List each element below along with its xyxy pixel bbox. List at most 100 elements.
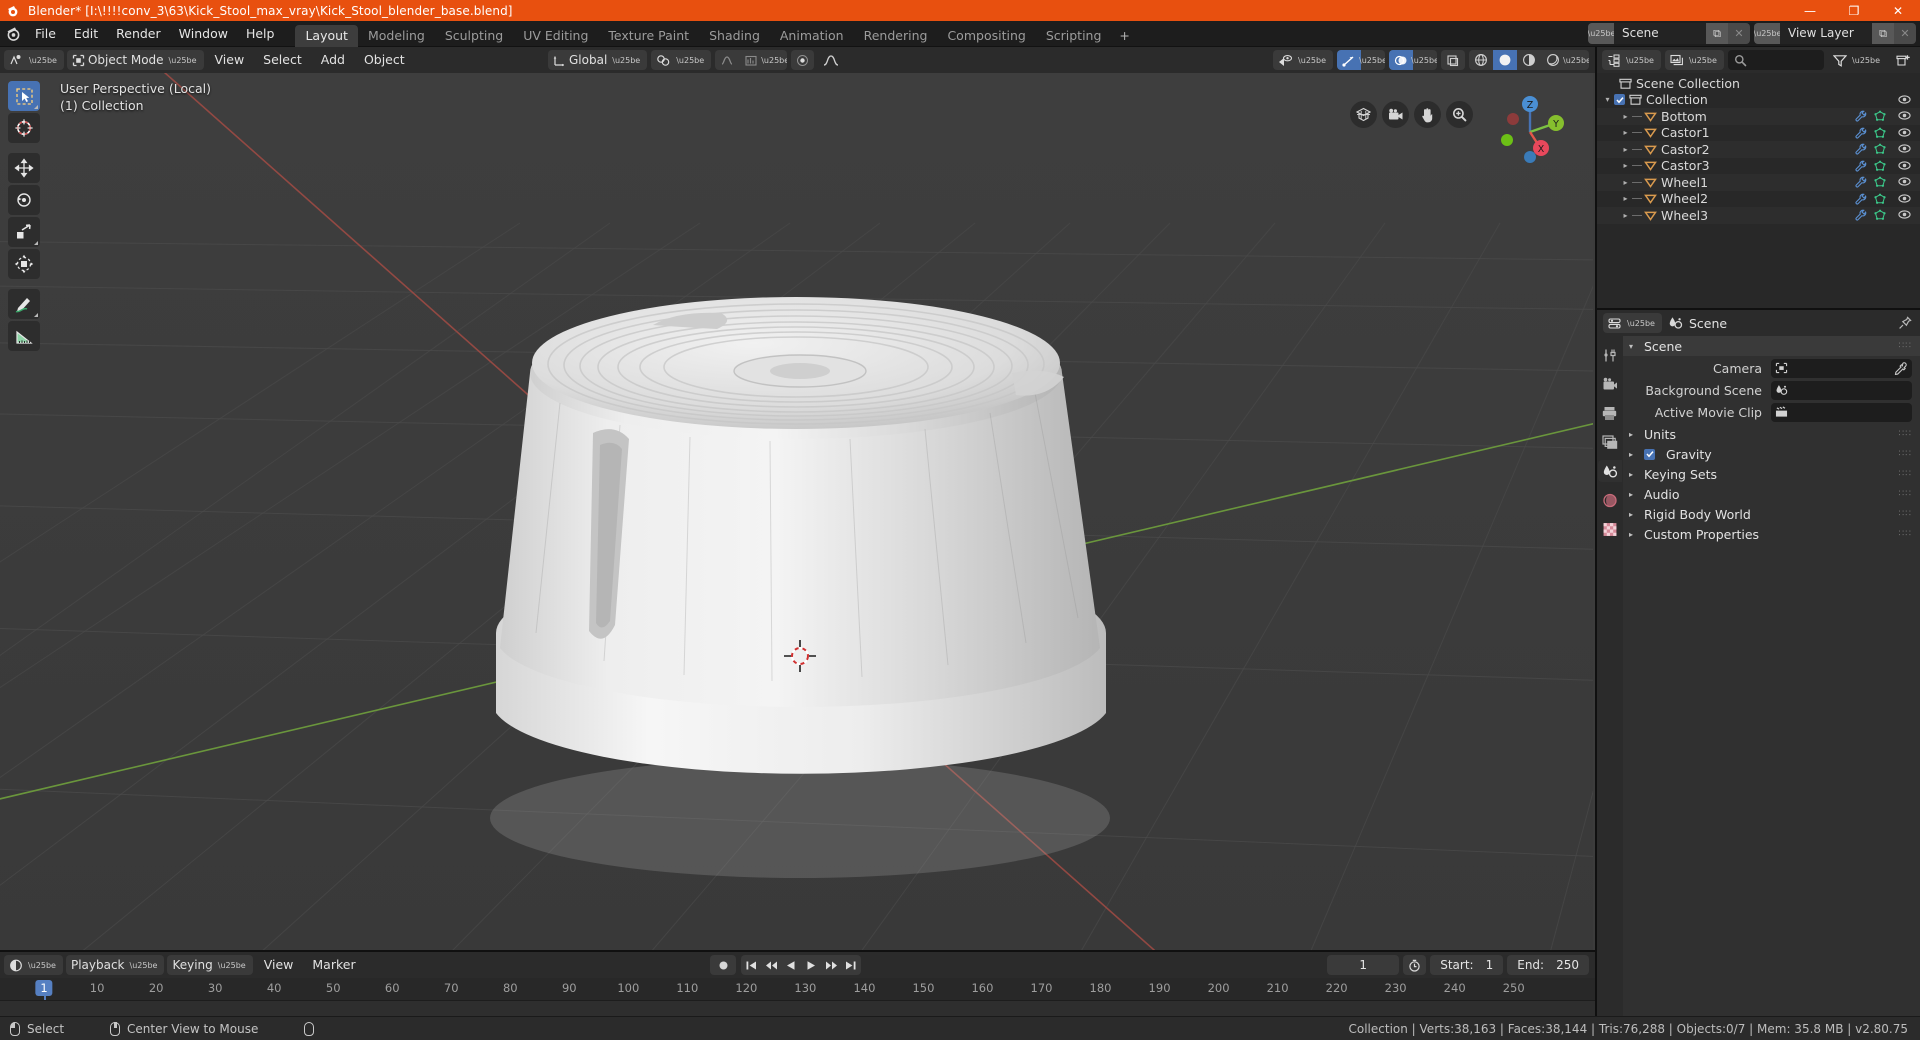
tab-animation[interactable]: Animation [770,25,854,47]
panel-disclosure-icon[interactable]: ▸ [1629,490,1638,499]
playback-menu[interactable]: Playback \u25be [65,955,165,975]
modifier-icon[interactable] [1855,127,1867,139]
start-frame-field[interactable]: Start: 1 [1430,955,1504,975]
remove-view-layer-button[interactable]: ✕ [1894,23,1916,44]
properties-tab-world[interactable] [1598,489,1622,511]
viewport-menu-add[interactable]: Add [313,50,353,70]
jump-to-start-button[interactable] [741,955,761,975]
outliner-row-object[interactable]: ▸ Castor3 [1597,158,1920,175]
modifier-icon[interactable] [1855,110,1867,122]
play-button[interactable] [801,955,821,975]
tab-layout[interactable]: Layout [295,24,358,47]
tab-uv-editing[interactable]: UV Editing [513,25,598,47]
mesh-data-icon[interactable] [1874,110,1886,122]
visibility-toggle-icon[interactable] [1898,159,1911,172]
end-frame-field[interactable]: End: 250 [1507,955,1589,975]
outliner-row-object[interactable]: ▸ Bottom [1597,108,1920,125]
outliner-row-object[interactable]: ▸ Wheel2 [1597,191,1920,208]
view-layer-selector[interactable]: \u25be View Layer ⧉ ✕ [1754,23,1916,44]
timeline-menu-marker[interactable]: Marker [304,955,363,975]
menu-edit[interactable]: Edit [65,24,107,44]
move-tool[interactable] [8,153,40,183]
navigation-gizmo[interactable]: Z Y X [1489,91,1571,173]
keying-menu[interactable]: Keying \u25be [167,955,253,975]
zoom-view-icon[interactable] [1446,101,1473,128]
mesh-data-icon[interactable] [1874,176,1886,188]
panel-drag-handle[interactable]: ∷∷ [1899,429,1912,439]
timeline-playhead-label[interactable]: 1 [35,980,53,996]
menu-window[interactable]: Window [170,24,237,44]
tab-rendering[interactable]: Rendering [854,25,938,47]
panel-drag-handle[interactable]: ∷∷ [1899,341,1912,351]
property-value-field[interactable] [1771,358,1912,378]
viewport-menu-object[interactable]: Object [356,50,413,70]
properties-tab-render[interactable] [1598,373,1622,395]
timeline-menu-view[interactable]: View [256,955,302,975]
previous-keyframe-button[interactable] [761,955,781,975]
properties-editor-type-selector[interactable]: \u25be [1603,313,1662,333]
use-preview-range-icon[interactable] [1403,955,1427,975]
visibility-toggle-icon[interactable] [1898,93,1911,106]
minimize-button[interactable]: — [1788,0,1832,21]
properties-tab-scene[interactable] [1598,460,1622,482]
current-frame-field[interactable]: 1 [1327,955,1400,975]
expand-object-icon[interactable]: ▸ [1619,194,1632,203]
panel-disclosure-icon[interactable]: ▸ [1629,450,1638,459]
mesh-data-icon[interactable] [1874,209,1886,221]
properties-panel-header-0[interactable]: ▾ Scene ∷∷ [1623,336,1920,356]
properties-tab-view-layer[interactable] [1598,431,1622,453]
tab-scripting[interactable]: Scripting [1036,25,1112,47]
outliner-search-input[interactable] [1727,50,1825,70]
panel-disclosure-icon[interactable]: ▾ [1629,342,1638,351]
menu-help[interactable]: Help [237,24,284,44]
visibility-toggle-icon[interactable] [1898,109,1911,122]
panel-drag-handle[interactable]: ∷∷ [1899,469,1912,479]
panel-disclosure-icon[interactable]: ▸ [1629,430,1638,439]
properties-panel-header-1[interactable]: ▸ Units ∷∷ [1623,424,1920,444]
panel-drag-handle[interactable]: ∷∷ [1899,449,1912,459]
mesh-data-icon[interactable] [1874,127,1886,139]
tab-sculpting[interactable]: Sculpting [435,25,513,47]
outliner-row-object[interactable]: ▸ Wheel3 [1597,207,1920,224]
modifier-icon[interactable] [1855,193,1867,205]
eyedropper-icon[interactable] [1894,361,1907,375]
proportional-editing-toggle[interactable] [715,50,739,70]
pan-view-icon[interactable] [1414,101,1441,128]
measure-tool[interactable] [8,321,40,351]
collection-checkbox[interactable] [1614,94,1625,106]
camera-view-icon[interactable] [1382,101,1409,128]
expand-object-icon[interactable]: ▸ [1619,112,1632,121]
snap-magnet-icon[interactable] [791,50,815,70]
expand-object-icon[interactable]: ▸ [1619,211,1632,220]
expand-object-icon[interactable]: ▸ [1619,178,1632,187]
modifier-icon[interactable] [1855,209,1867,221]
select-box-tool[interactable] [8,81,40,111]
panel-drag-handle[interactable]: ∷∷ [1899,509,1912,519]
annotate-tool[interactable] [8,289,40,319]
visibility-toggle-icon[interactable] [1898,126,1911,139]
toggle-xray-button[interactable] [1441,50,1465,70]
blender-menu-icon[interactable] [0,21,26,47]
tab-texture-paint[interactable]: Texture Paint [598,25,699,47]
maximize-button[interactable]: ❐ [1832,0,1876,21]
modifier-icon[interactable] [1855,143,1867,155]
property-value-field[interactable] [1771,402,1912,422]
visibility-filter-icon[interactable]: \u25be [1273,50,1333,70]
next-keyframe-button[interactable] [821,955,841,975]
properties-tab-tool[interactable] [1598,344,1622,366]
outliner-row-scene-collection[interactable]: Scene Collection [1597,75,1920,92]
properties-tab-texture[interactable] [1598,518,1622,540]
pin-id-icon[interactable] [1898,316,1912,330]
gravity-checkbox[interactable] [1644,448,1655,460]
shading-wireframe-button[interactable] [1469,50,1493,70]
expand-object-icon[interactable]: ▸ [1619,145,1632,154]
panel-drag-handle[interactable]: ∷∷ [1899,529,1912,539]
outliner-display-mode-selector[interactable]: \u25be [1664,50,1724,70]
outliner-filter-icon[interactable]: \u25be [1828,50,1887,70]
properties-panel-header-3[interactable]: ▸ Keying Sets ∷∷ [1623,464,1920,484]
editor-type-selector[interactable]: \u25be [4,50,64,70]
tab-shading[interactable]: Shading [699,25,770,47]
3d-viewport[interactable]: User Perspective (Local) (1) Collection [0,73,1595,950]
rotate-tool[interactable] [8,185,40,215]
expand-collection-icon[interactable]: ▾ [1601,95,1614,104]
